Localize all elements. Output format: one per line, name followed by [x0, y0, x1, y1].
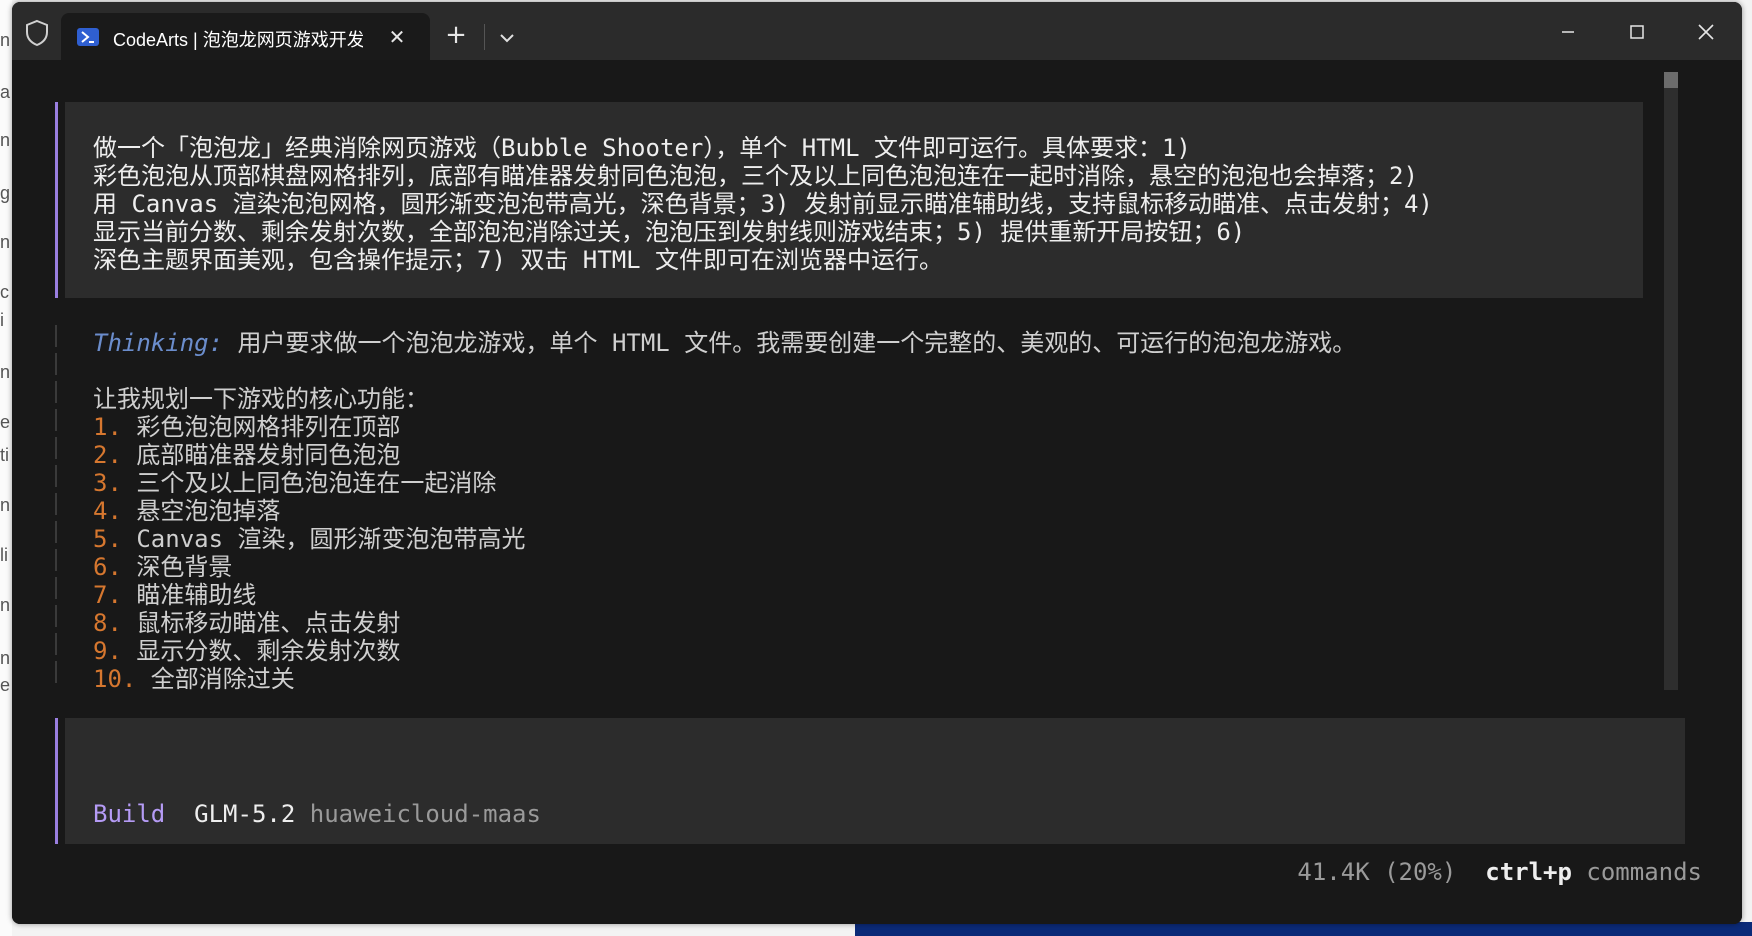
- maximize-button[interactable]: [1614, 14, 1660, 50]
- desktop-background: [855, 922, 1752, 936]
- scrollbar-thumb[interactable]: [1664, 72, 1678, 88]
- background-text-fragment: li: [0, 545, 8, 565]
- prompt-line-5: 深色主题界面美观，包含操作提示；7) 双击 HTML 文件即可在浏览器中运行。: [93, 246, 944, 274]
- list-item: 10. 全部消除过关: [93, 665, 295, 693]
- token-usage: 41.4K (20%): [1297, 858, 1457, 886]
- provider-label: huaweicloud-maas: [309, 800, 541, 828]
- powershell-icon: [77, 28, 99, 46]
- status-line: Build GLM-5.2 huaweicloud-maas: [93, 800, 541, 828]
- background-text-fragment: n: [0, 30, 11, 50]
- prompt-accent-bar: [55, 102, 58, 298]
- background-text-fragment: n: [0, 495, 11, 515]
- tab-separator: [484, 24, 485, 50]
- shortcut-key: ctrl+p: [1485, 858, 1572, 886]
- chevron-down-icon[interactable]: [495, 26, 519, 50]
- terminal-window: CodeArts | 泡泡龙网页游戏开发 ✕ + 做一个「泡泡龙」经典消除网页游…: [12, 2, 1742, 924]
- scrollbar-track[interactable]: [1664, 72, 1678, 690]
- title-bar: CodeArts | 泡泡龙网页游戏开发 ✕ +: [12, 2, 1742, 60]
- shortcut-label: commands: [1571, 858, 1702, 886]
- background-text-fragment: n: [0, 232, 11, 252]
- minimize-button[interactable]: [1545, 14, 1591, 50]
- shield-icon[interactable]: [24, 19, 50, 47]
- background-text-fragment: n: [0, 130, 11, 150]
- tab-codearts[interactable]: CodeArts | 泡泡龙网页游戏开发 ✕: [61, 13, 430, 60]
- background-text-fragment: a: [0, 82, 11, 102]
- thinking-guide-bar: [55, 325, 57, 685]
- background-text-fragment: i: [0, 310, 4, 330]
- tab-close-icon[interactable]: ✕: [385, 25, 409, 49]
- input-accent-bar: [55, 718, 58, 844]
- background-text-fragment: e: [0, 412, 11, 432]
- background-text-fragment: g: [0, 183, 11, 203]
- background-text-fragment: n: [0, 648, 11, 668]
- background-text-fragment: n: [0, 595, 11, 615]
- model-label[interactable]: GLM-5.2: [194, 800, 295, 828]
- close-button[interactable]: [1683, 14, 1729, 50]
- background-text-fragment: ti: [0, 445, 9, 465]
- thinking-label: Thinking:: [93, 329, 224, 357]
- footer-status: 41.4K (20%) ctrl+p commands: [1297, 858, 1702, 886]
- background-text-fragment: e: [0, 675, 11, 695]
- background-text-fragment: n: [0, 362, 11, 382]
- thinking-line: Thinking: 用户要求做一个泡泡龙游戏，单个 HTML 文件。我需要创建一…: [93, 323, 1356, 358]
- tab-title: CodeArts | 泡泡龙网页游戏开发: [113, 30, 363, 50]
- background-text-fragment: c: [0, 282, 9, 302]
- thinking-summary: 用户要求做一个泡泡龙游戏，单个 HTML 文件。我需要创建一个完整的、美观的、可…: [223, 329, 1357, 357]
- new-tab-button[interactable]: +: [444, 22, 468, 48]
- mode-label[interactable]: Build: [93, 800, 165, 828]
